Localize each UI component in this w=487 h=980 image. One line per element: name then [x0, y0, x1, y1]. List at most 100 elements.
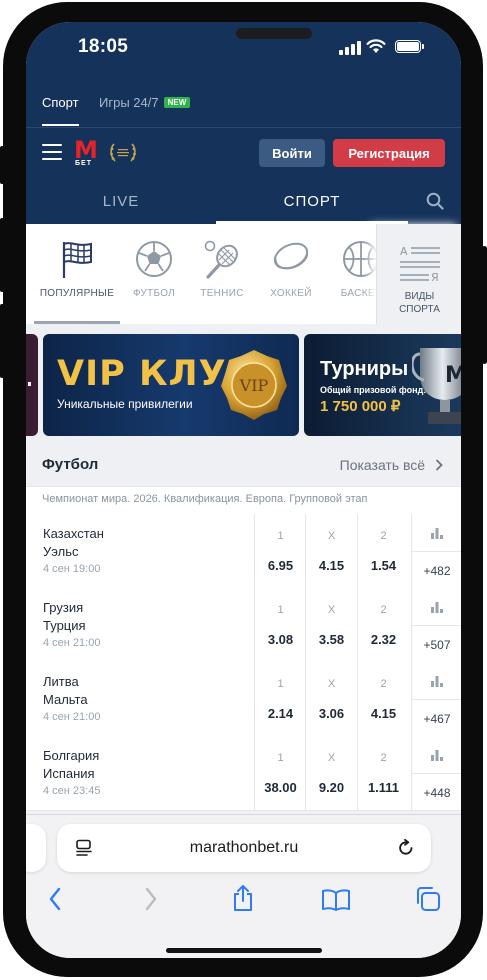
sport-types-line2: СПОРТА — [399, 304, 440, 315]
category-hockey[interactable]: ХОККЕЙ — [256, 224, 326, 324]
logo-text: БЕТ — [75, 160, 92, 167]
home-team: Грузия — [43, 600, 84, 615]
more-markets-button[interactable]: +482 — [411, 514, 461, 588]
flag-icon — [62, 242, 92, 278]
bookmarks-icon[interactable] — [321, 889, 351, 911]
back-icon[interactable] — [48, 887, 62, 911]
match-date: 4 сен 19:00 — [43, 563, 101, 575]
list-icon: А Я — [400, 245, 440, 282]
odds-value: 4.15 — [318, 558, 345, 573]
odds-header: 1 — [277, 752, 284, 764]
category-label: ПОПУЛЯРНЫЕ — [39, 288, 115, 299]
silent-switch — [0, 146, 4, 184]
svg-text:Я: Я — [431, 271, 439, 282]
more-markets-button[interactable]: +507 — [411, 588, 461, 662]
odds-button-draw[interactable]: X 3.58 — [305, 588, 357, 662]
more-markets-count: +467 — [423, 712, 451, 726]
odds-button-home[interactable]: 1 3.08 — [254, 588, 306, 662]
banner-previous[interactable] — [26, 334, 38, 436]
tab-live[interactable]: LIVE — [26, 178, 216, 224]
tab-games[interactable]: Игры 24/7 NEW — [99, 95, 191, 110]
category-label: ФУТБОЛ — [132, 288, 176, 299]
banner-vip-club[interactable]: VIP КЛУБ Уникальные привилегии VIP — [43, 334, 299, 436]
reload-icon[interactable] — [397, 839, 415, 857]
register-button[interactable]: Регистрация — [333, 139, 445, 167]
odds-header: X — [327, 752, 336, 764]
more-markets-button[interactable]: +467 — [411, 662, 461, 736]
odds-value: 1.111 — [367, 780, 400, 795]
odds-button-away[interactable]: 2 1.54 — [357, 514, 409, 588]
odds-header: 2 — [380, 604, 387, 616]
odds-header: X — [327, 530, 336, 542]
odds-button-draw[interactable]: X 3.06 — [305, 662, 357, 736]
search-icon[interactable] — [426, 192, 444, 210]
tab-sport-main[interactable]: СПОРТ — [216, 178, 408, 224]
status-bar: 18:05 — [26, 22, 461, 82]
stats-icon[interactable] — [431, 676, 443, 687]
football-section-header: Футбол Показать всё — [26, 446, 461, 486]
cellular-signal-icon — [339, 41, 361, 55]
odds-value: 3.06 — [318, 706, 345, 721]
odds-header: X — [327, 678, 336, 690]
odds-header: 1 — [277, 604, 284, 616]
match-date: 4 сен 23:45 — [43, 785, 101, 797]
football-title: Футбол — [42, 456, 99, 473]
soccer-ball-icon — [136, 241, 172, 277]
basketball-icon — [343, 241, 379, 277]
vip-subtitle: Уникальные привилегии — [57, 397, 193, 411]
previous-tab-preview[interactable] — [26, 824, 46, 872]
home-team: Литва — [43, 674, 79, 689]
share-icon[interactable] — [231, 884, 255, 912]
odds-header: X — [327, 604, 336, 616]
status-time: 18:05 — [78, 36, 129, 57]
odds-button-home[interactable]: 1 6.95 — [254, 514, 306, 588]
sport-types-button[interactable]: А Я ВИДЫ СПОРТА — [376, 224, 461, 324]
odds-button-draw[interactable]: X 9.20 — [305, 736, 357, 810]
show-all-link[interactable]: Показать всё — [340, 457, 443, 473]
category-football[interactable]: ФУТБОЛ — [120, 224, 188, 324]
match-date: 4 сен 21:00 — [43, 711, 101, 723]
trophy-letter: M — [445, 363, 461, 388]
login-button[interactable]: Войти — [259, 139, 325, 167]
forward-icon[interactable] — [144, 887, 158, 911]
url-text: marathonbet.ru — [189, 839, 299, 856]
category-popular[interactable]: ПОПУЛЯРНЫЕ — [34, 224, 120, 324]
league-header[interactable]: Чемпионат мира. 2026. Квалификация. Евро… — [26, 486, 461, 516]
odds-button-home[interactable]: 1 38.00 — [254, 736, 306, 810]
more-markets-button[interactable]: +448 — [411, 736, 461, 810]
match-row[interactable]: Грузия Турция 4 сен 21:00 1 3.08 X 3.58 2 2.32 +5… — [26, 588, 461, 663]
odds-header: 1 — [277, 678, 284, 690]
stats-icon[interactable] — [431, 528, 443, 539]
brand-logo[interactable]: M БЕТ — [74, 136, 100, 170]
vip-coin-icon: VIP — [221, 350, 287, 420]
browser-toolbar: marathonbet.ru — [26, 814, 461, 958]
address-bar[interactable]: marathonbet.ru — [57, 824, 431, 872]
odds-value: 38.00 — [264, 780, 297, 795]
match-row[interactable]: Болгария Испания 4 сен 23:45 1 38.00 X 9.20 2 1.… — [26, 736, 461, 811]
sport-types-line1: ВИДЫ — [404, 291, 435, 302]
tab-sport[interactable]: Спорт — [42, 95, 79, 126]
menu-icon[interactable] — [42, 144, 62, 160]
odds-button-away[interactable]: 2 2.32 — [357, 588, 409, 662]
odds-value: 3.08 — [267, 632, 294, 647]
away-team: Мальта — [43, 692, 88, 707]
odds-header: 2 — [380, 752, 387, 764]
wifi-icon — [366, 39, 386, 53]
tabs-icon[interactable] — [415, 886, 441, 912]
svg-text:А: А — [400, 245, 408, 258]
stats-icon[interactable] — [431, 602, 443, 613]
top-tabs: Спорт Игры 24/7 NEW — [26, 82, 461, 128]
match-row[interactable]: Литва Мальта 4 сен 21:00 1 2.14 X 3.06 2 4.15 +46… — [26, 662, 461, 737]
odds-button-home[interactable]: 1 2.14 — [254, 662, 306, 736]
stats-icon[interactable] — [431, 750, 443, 761]
match-date: 4 сен 21:00 — [43, 637, 101, 649]
odds-button-draw[interactable]: X 4.15 — [305, 514, 357, 588]
league-name: Чемпионат мира. 2026. Квалификация. Евро… — [42, 493, 368, 505]
odds-button-away[interactable]: 2 1.111 — [357, 736, 409, 810]
banner-tournaments[interactable]: Турниры Общий призовой фонд: 1 750 000 ₽… — [304, 334, 461, 436]
odds-value: 3.58 — [318, 632, 345, 647]
odds-button-away[interactable]: 2 4.15 — [357, 662, 409, 736]
match-row[interactable]: Казахстан Уэльс 4 сен 19:00 1 6.95 X 4.15 2 1.54… — [26, 514, 461, 589]
show-all-label: Показать всё — [339, 457, 426, 473]
category-tennis[interactable]: ТЕННИС — [188, 224, 256, 324]
